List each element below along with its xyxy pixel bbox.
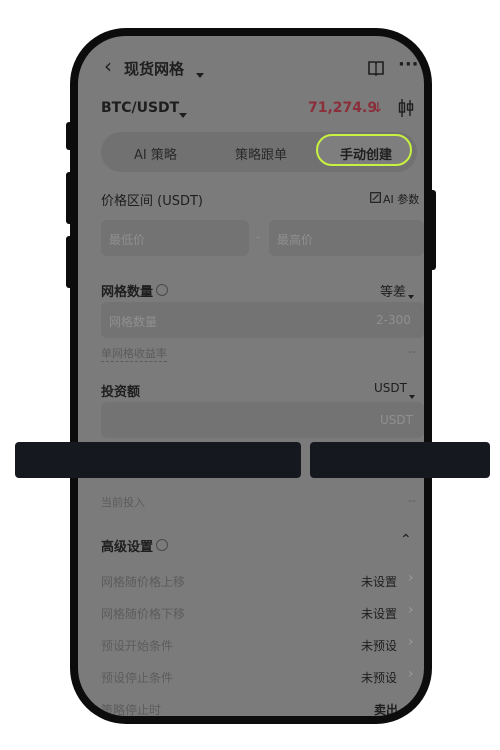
title-dropdown-icon[interactable] xyxy=(196,65,204,84)
invest-label: 投资额 xyxy=(101,385,141,400)
pair-price: 71,274.9 xyxy=(308,100,378,116)
candlestick-icon[interactable] xyxy=(398,98,414,118)
chevron-right-icon[interactable]: › xyxy=(408,666,414,682)
page-title: 现货网格 xyxy=(124,60,185,78)
invest-currency-select[interactable]: USDT xyxy=(374,381,407,395)
grid-profit-label: 单网格收益率 xyxy=(101,347,167,362)
chevron-right-icon[interactable]: › xyxy=(408,570,414,586)
chevron-right-icon[interactable]: › xyxy=(408,634,414,650)
phone-frame: ‹ 现货网格 ··· BTC/USDT 71,274.9 ↓ AI 策略 策略跟… xyxy=(70,28,432,724)
tab-copy-strategy[interactable]: 策略跟单 xyxy=(235,144,287,163)
price-down-arrow: ↓ xyxy=(372,100,384,116)
grid-count-label: 网格数量 xyxy=(101,285,154,300)
grid-mode-select[interactable]: 等差 xyxy=(380,281,406,300)
app-screen: ‹ 现货网格 ··· BTC/USDT 71,274.9 ↓ AI 策略 策略跟… xyxy=(78,36,424,716)
advanced-row-value[interactable]: 未设置 xyxy=(361,605,397,622)
range-dash: - xyxy=(256,230,261,244)
advanced-info-icon[interactable] xyxy=(156,539,168,551)
ai-param-button[interactable]: AI 参数 xyxy=(383,191,419,207)
advanced-settings-label: 高级设置 xyxy=(101,540,154,555)
advanced-row-label: 网格随价格上移 xyxy=(101,575,186,589)
max-price-placeholder: 最高价 xyxy=(277,233,314,247)
invest-amount-placeholder: USDT xyxy=(380,413,413,427)
current-invest-value: -- xyxy=(408,494,416,507)
grid-profit-value: -- xyxy=(408,345,416,358)
book-icon[interactable] xyxy=(367,60,385,76)
info-icon[interactable] xyxy=(156,284,168,296)
more-icon[interactable]: ··· xyxy=(398,54,419,75)
grid-count-range: 2-300 xyxy=(376,313,411,327)
grid-count-placeholder: 网格数量 xyxy=(109,315,158,329)
advanced-row-value[interactable]: 未预设 xyxy=(361,669,397,686)
tab-manual-create-label: 手动创建 xyxy=(340,148,393,163)
advanced-row-value[interactable]: 未预设 xyxy=(361,637,397,654)
min-price-placeholder: 最低价 xyxy=(109,233,146,247)
current-invest-label: 当前投入 xyxy=(101,496,145,509)
price-range-label: 价格区间 (USDT) xyxy=(101,194,203,209)
chevron-up-icon[interactable]: ⌃ xyxy=(400,532,412,548)
advanced-row-value[interactable]: 卖出 xyxy=(374,701,398,716)
overlay-bar-left xyxy=(15,442,301,478)
tab-ai-strategy[interactable]: AI 策略 xyxy=(134,144,177,163)
advanced-row-label: 策略停止时 xyxy=(101,703,162,716)
invest-amount-field[interactable] xyxy=(101,402,424,438)
edit-icon[interactable] xyxy=(370,192,381,203)
back-icon[interactable]: ‹ xyxy=(104,54,112,78)
pair-name[interactable]: BTC/USDT xyxy=(101,100,179,116)
advanced-row-label: 预设停止条件 xyxy=(101,671,174,685)
advanced-row-label: 网格随价格下移 xyxy=(101,607,186,621)
advanced-row-label: 预设开始条件 xyxy=(101,639,174,653)
chevron-right-icon[interactable]: › xyxy=(408,602,414,618)
overlay-bar-right xyxy=(310,442,490,478)
advanced-row-value[interactable]: 未设置 xyxy=(361,573,397,590)
pair-dropdown-icon[interactable] xyxy=(179,105,187,124)
